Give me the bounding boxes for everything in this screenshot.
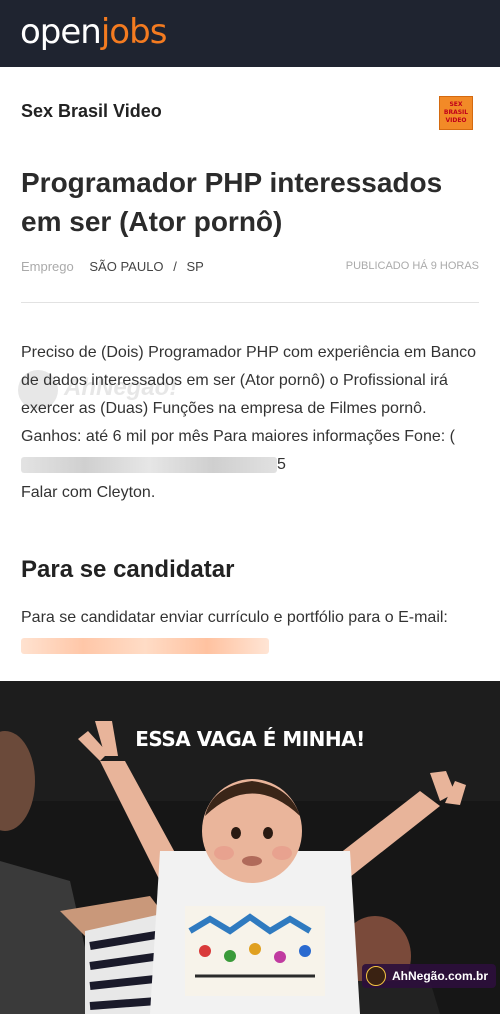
job-city: SÃO PAULO xyxy=(89,259,164,274)
apply-instructions: Para se candidatar enviar currículo e po… xyxy=(21,609,448,626)
job-meta: Emprego SÃO PAULO / SP PUBLICADO HÁ 9 HO… xyxy=(21,259,479,274)
description-end: Falar com Cleyton. xyxy=(21,484,156,501)
logo-jobs-text: jobs xyxy=(100,12,168,52)
apply-heading: Para se candidatar xyxy=(21,556,235,583)
divider xyxy=(21,302,479,303)
meme-caption: ESSA VAGA É MINHA! xyxy=(135,727,365,751)
blurred-email xyxy=(21,637,269,654)
phone-end: 5 xyxy=(277,456,286,473)
company-name[interactable]: Sex Brasil Video xyxy=(21,101,162,122)
location-separator: / xyxy=(173,259,177,274)
description-text: Preciso de (Dois) Programador PHP com ex… xyxy=(21,344,477,445)
company-logo: SEX BRASIL VIDEO xyxy=(439,96,473,130)
blurred-phone xyxy=(21,456,277,473)
job-title: Programador PHP interessados em ser (Ato… xyxy=(21,167,443,237)
mascot-icon xyxy=(366,966,386,986)
logo-open-text: open xyxy=(20,12,102,52)
apply-text: Para se candidatar enviar currículo e po… xyxy=(21,604,471,660)
company-logo-line: BRASIL xyxy=(443,109,469,116)
meme-image: ESSA VAGA É MINHA! AhNegão.com.br xyxy=(0,681,500,1014)
job-description: Preciso de (Dois) Programador PHP com ex… xyxy=(21,339,483,507)
site-badge-text: AhNegão.com.br xyxy=(392,969,489,983)
published-time: PUBLICADO HÁ 9 HORAS xyxy=(345,260,479,272)
company-logo-line: VIDEO xyxy=(445,117,467,124)
job-type: Emprego xyxy=(21,259,74,274)
site-badge: AhNegão.com.br xyxy=(362,964,496,988)
top-bar: openjobs xyxy=(0,0,500,67)
company-logo-line: SEX xyxy=(449,101,463,108)
openjobs-logo[interactable]: openjobs xyxy=(20,12,168,52)
job-state: SP xyxy=(186,259,204,274)
